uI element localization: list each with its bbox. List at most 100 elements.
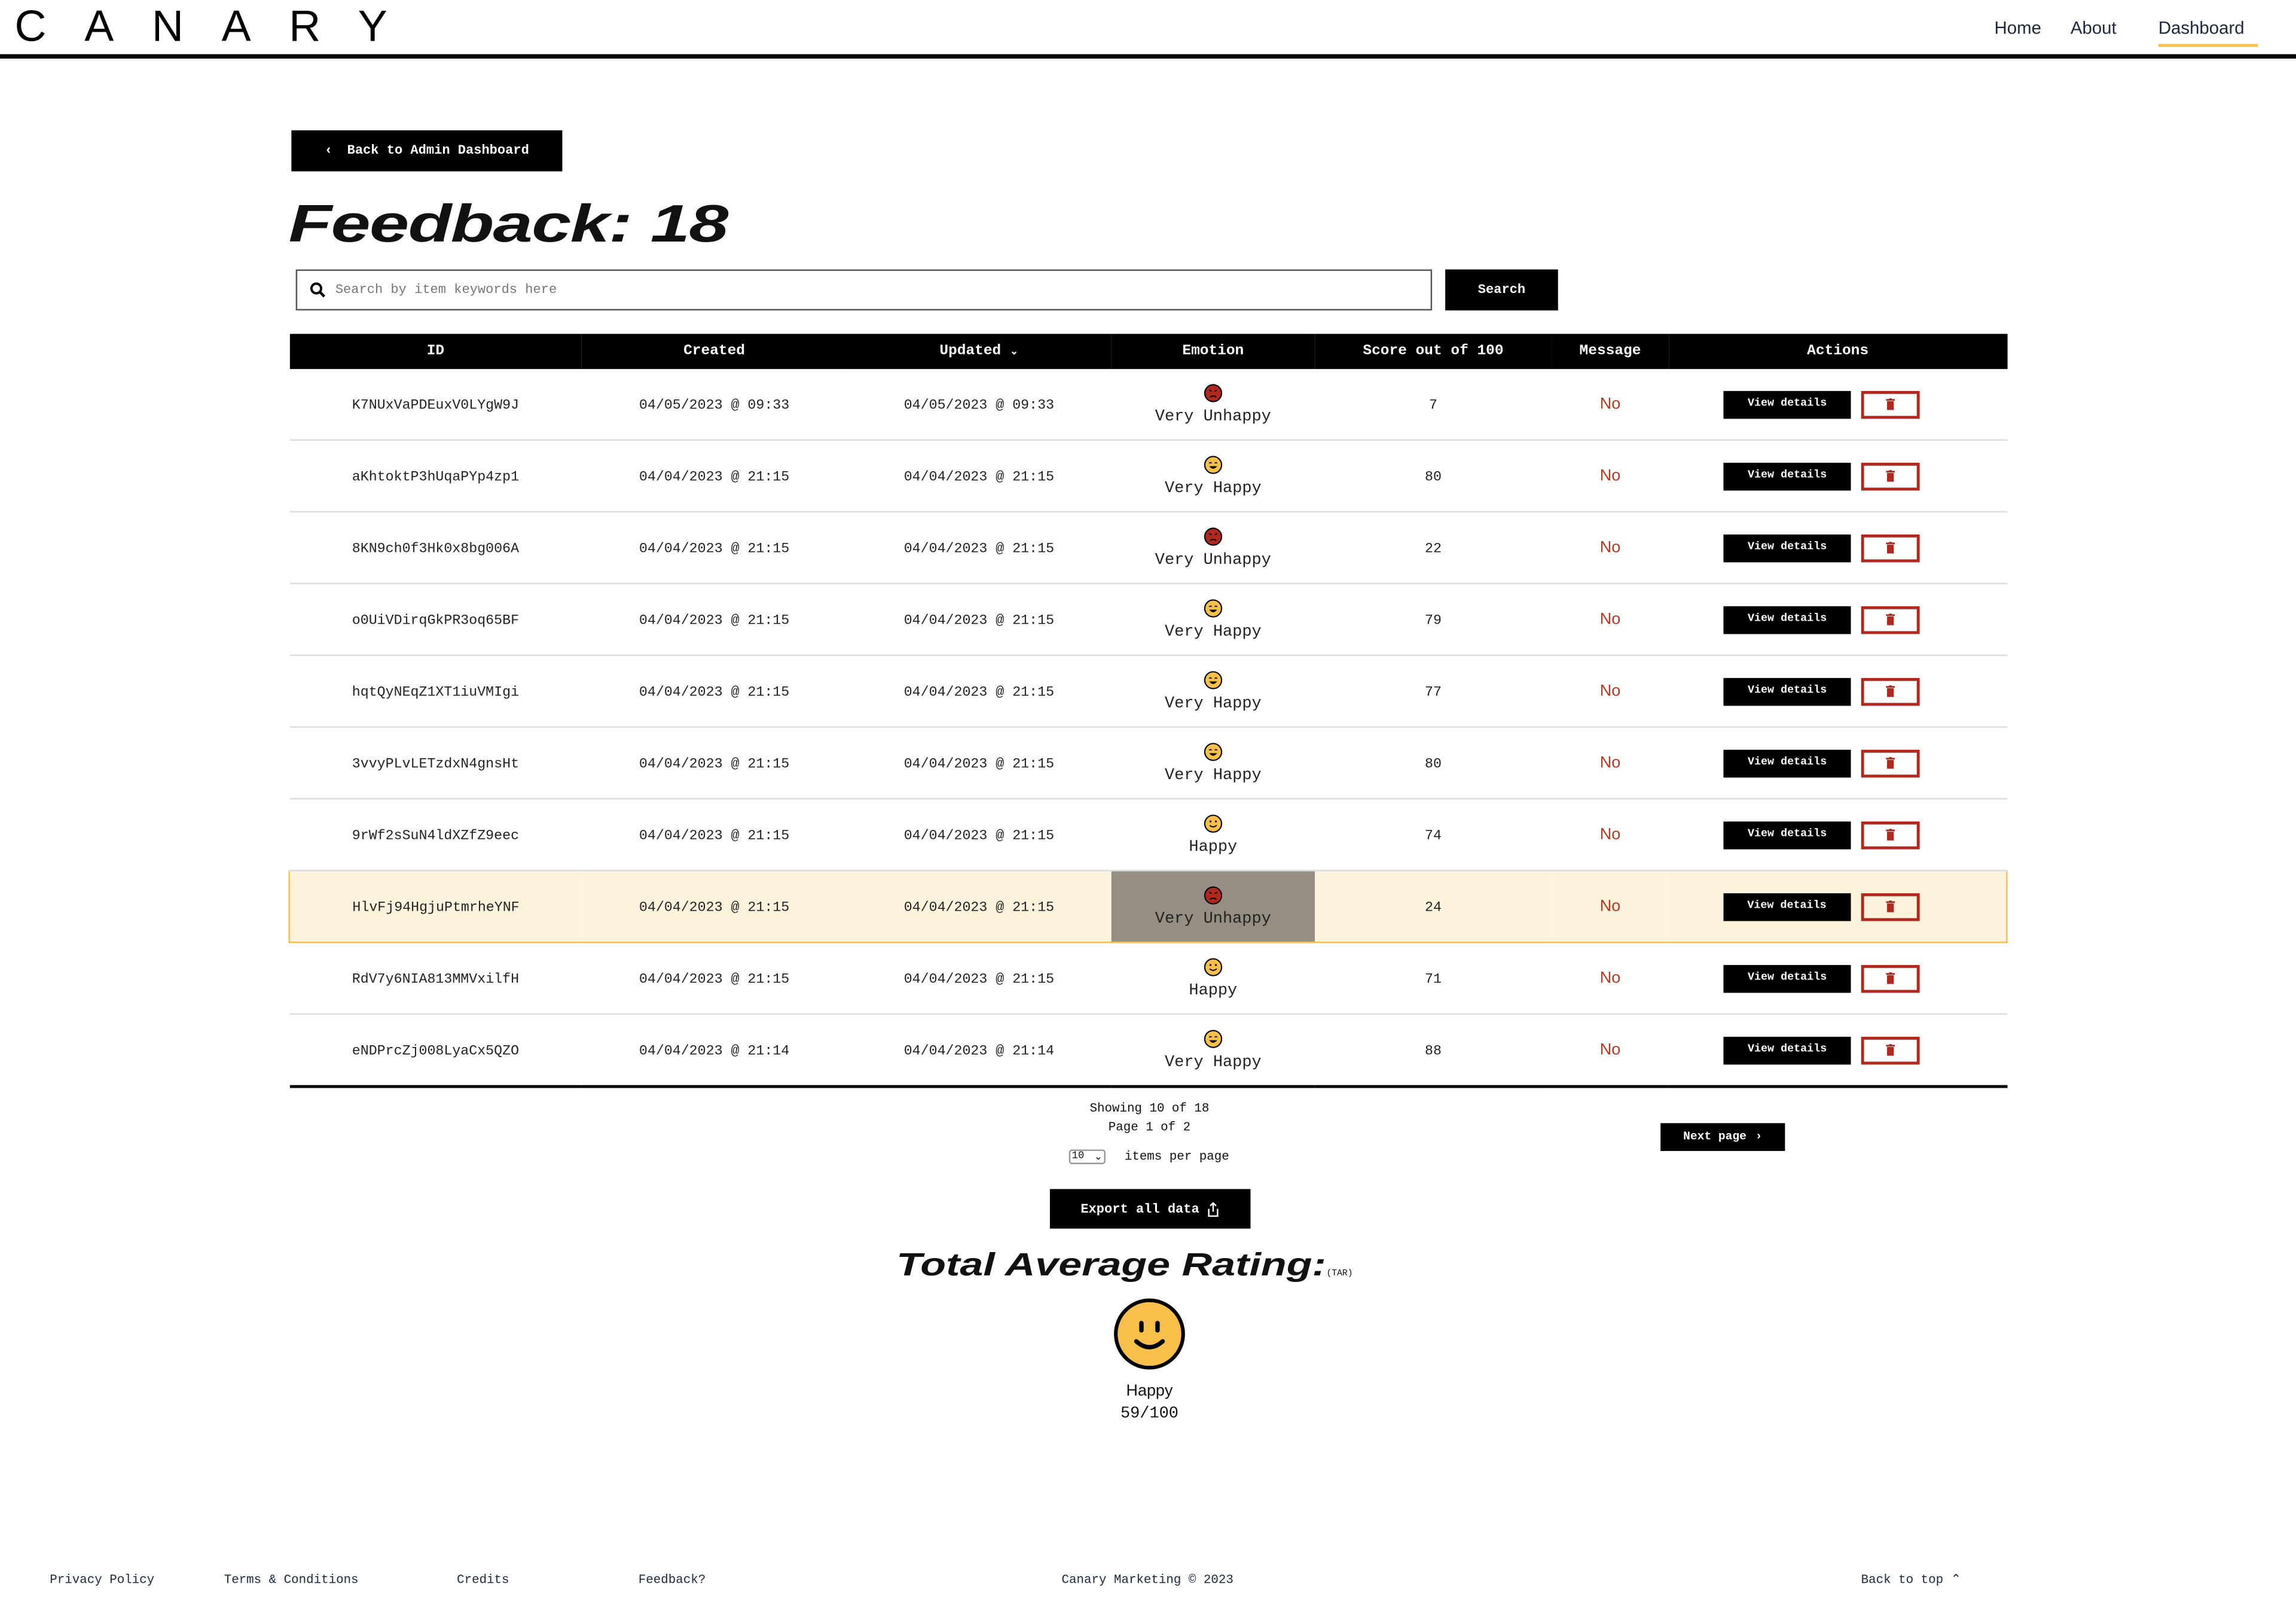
export-button[interactable]: Export all data [1049,1189,1251,1229]
back-label: Back to Admin Dashboard [347,144,529,158]
col-id[interactable]: ID [289,334,582,370]
back-to-top-link[interactable]: Back to top ⌃ [1861,1573,1961,1587]
very-happy-face-icon [1204,599,1222,617]
chevron-up-icon: ⌃ [1950,1573,1962,1588]
view-details-button[interactable]: View details [1723,749,1851,777]
col-created[interactable]: Created [582,334,847,370]
cell-actions: View details [1668,369,2007,441]
delete-button[interactable] [1861,390,1920,419]
cell-created: 04/04/2023 @ 21:14 [582,1013,847,1088]
cell-score: 71 [1314,942,1552,1015]
trash-icon [1886,542,1895,554]
emotion-label: Very Unhappy [1155,551,1271,569]
delete-button[interactable] [1861,820,1920,849]
view-details-button[interactable]: View details [1723,892,1851,921]
very-unhappy-face-icon [1204,886,1222,904]
cell-emotion: Very Unhappy [1111,511,1315,585]
delete-button[interactable] [1861,892,1920,921]
cell-id: 3vvyPLvLETzdxN4gnsHt [289,726,582,800]
very-happy-face-icon [1204,742,1222,761]
delete-button[interactable] [1861,677,1920,706]
view-details-button[interactable]: View details [1723,390,1851,419]
view-details-button[interactable]: View details [1723,462,1851,490]
table-row[interactable]: HlvFj94HgjuPtmrheYNF 04/04/2023 @ 21:15 … [288,869,2008,944]
footer-terms[interactable]: Terms & Conditions [224,1573,359,1587]
delete-button[interactable] [1861,533,1920,562]
nav-dashboard[interactable]: Dashboard [2158,17,2245,38]
view-details-button[interactable]: View details [1723,964,1851,993]
search-box [295,269,1433,311]
table-row[interactable]: RdV7y6NIA813MMVxilfH 04/04/2023 @ 21:15 … [289,942,2007,1015]
cell-actions: View details [1668,439,2007,513]
view-details-button[interactable]: View details [1723,677,1851,706]
delete-button[interactable] [1861,605,1920,634]
table-row[interactable]: o0UiVDirqGkPR3oq65BF 04/04/2023 @ 21:15 … [289,583,2007,657]
view-details-button[interactable]: View details [1723,533,1851,562]
cell-emotion: Very Happy [1111,726,1315,800]
trash-icon [1886,685,1895,697]
logo[interactable]: CANARY [14,3,425,53]
search-button[interactable]: Search [1445,269,1558,311]
col-emotion[interactable]: Emotion [1111,334,1315,370]
showing-count: Showing 10 of 18 [1089,1101,1210,1116]
cell-score: 22 [1314,511,1552,585]
delete-button[interactable] [1861,964,1920,993]
cell-id: RdV7y6NIA813MMVxilfH [289,942,582,1015]
cell-id: 9rWf2sSuN4ldXZfZ9eec [289,798,582,872]
very-happy-face-icon [1204,455,1222,474]
per-page-select[interactable]: 10 ⌄ [1068,1149,1106,1164]
delete-button[interactable] [1861,749,1920,777]
cell-updated: 04/04/2023 @ 21:15 [846,583,1112,657]
cell-score: 79 [1314,583,1552,657]
search-input[interactable] [332,281,1364,299]
table-row[interactable]: hqtQyNEqZ1XT1iuVMIgi 04/04/2023 @ 21:15 … [289,655,2007,728]
cell-created: 04/04/2023 @ 21:15 [582,869,847,944]
col-actions: Actions [1668,334,2007,370]
view-details-button[interactable]: View details [1723,605,1851,634]
cell-updated: 04/05/2023 @ 09:33 [846,369,1112,441]
cell-emotion: Very Unhappy [1111,869,1315,944]
table-row[interactable]: 8KN9ch0f3Hk0x8bg006A 04/04/2023 @ 21:15 … [289,511,2007,585]
cell-score: 80 [1314,726,1552,800]
per-page-label: items per page [1124,1149,1229,1164]
delete-button[interactable] [1861,462,1920,490]
table-row[interactable]: 3vvyPLvLETzdxN4gnsHt 04/04/2023 @ 21:15 … [289,726,2007,800]
tar-heading: Total Average Rating:(TAR) [586,1246,1714,1284]
table-row[interactable]: 9rWf2sSuN4ldXZfZ9eec 04/04/2023 @ 21:15 … [289,798,2007,872]
delete-button[interactable] [1861,1036,1920,1064]
back-to-dashboard-button[interactable]: ‹ Back to Admin Dashboard [291,130,563,172]
footer-privacy[interactable]: Privacy Policy [50,1573,154,1587]
view-details-button[interactable]: View details [1723,1036,1851,1064]
cell-actions: View details [1668,583,2007,657]
footer-copyright: Canary Marketing © 2023 [1061,1573,1234,1588]
happy-face-icon [1204,814,1222,832]
footer-feedback[interactable]: Feedback? [639,1573,706,1587]
cell-id: 8KN9ch0f3Hk0x8bg006A [289,511,582,585]
view-details-button[interactable]: View details [1723,820,1851,849]
cell-created: 04/04/2023 @ 21:15 [582,942,847,1015]
table-row[interactable]: aKhtoktP3hUqaPYp4zp1 04/04/2023 @ 21:15 … [289,439,2007,513]
cell-actions: View details [1668,869,2008,944]
search-icon [310,282,326,298]
cell-created: 04/04/2023 @ 21:15 [582,511,847,585]
col-message[interactable]: Message [1552,334,1669,370]
cell-score: 74 [1314,798,1552,872]
cell-emotion: Happy [1111,798,1315,872]
nav-home[interactable]: Home [1995,17,2041,38]
cell-updated: 04/04/2023 @ 21:15 [846,798,1112,872]
cell-created: 04/04/2023 @ 21:15 [582,439,847,513]
nav-about[interactable]: About [2071,17,2117,38]
cell-emotion: Happy [1111,942,1315,1015]
very-happy-face-icon [1204,1029,1222,1048]
table-row[interactable]: K7NUxVaPDEuxV0LYgW9J 04/05/2023 @ 09:33 … [289,369,2007,441]
next-page-button[interactable]: Next page › [1660,1123,1785,1151]
page: CANARY Home About Dashboard ‹ Back to Ad… [0,0,2296,1621]
table-row[interactable]: eNDPrcZj008LyaCx5QZO 04/04/2023 @ 21:14 … [289,1013,2007,1088]
cell-score: 7 [1314,369,1552,441]
col-updated[interactable]: Updated ⌄ [846,334,1112,370]
tar-score: 59/100 [1120,1406,1178,1424]
footer-credits[interactable]: Credits [457,1573,509,1587]
cell-actions: View details [1668,511,2007,585]
tar-abbr: (TAR) [1326,1268,1353,1278]
col-score[interactable]: Score out of 100 [1314,334,1552,370]
